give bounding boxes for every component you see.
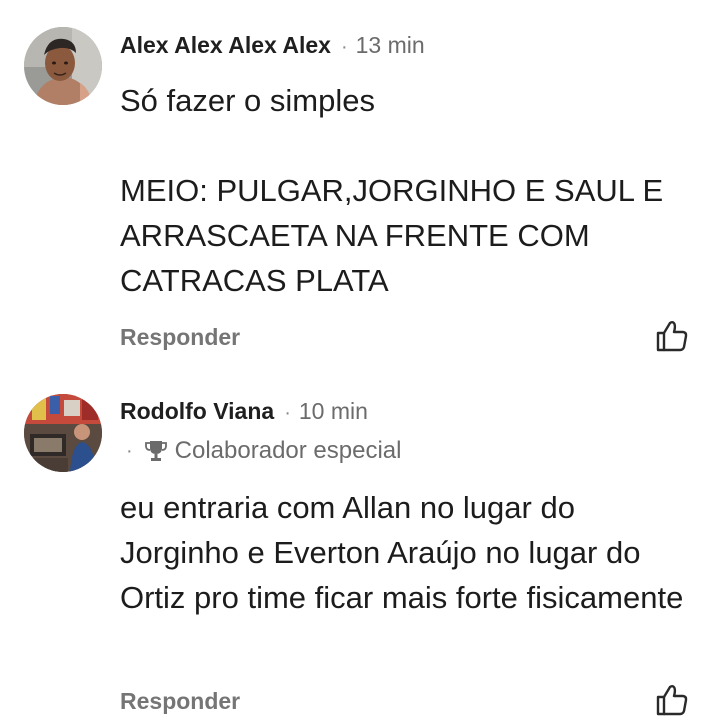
comment-item: Alex Alex Alex Alex · 13 min Só fazer o si… <box>0 0 720 365</box>
timestamp: 13 min <box>355 32 425 58</box>
comment-item: Rodolfo Viana · 10 min · Colaborador espec… <box>0 365 720 728</box>
comment-header: Alex Alex Alex Alex · 13 min <box>120 30 425 62</box>
author-name[interactable]: Alex Alex Alex Alex <box>120 32 331 58</box>
reply-button[interactable]: Responder <box>120 322 240 352</box>
timestamp: 10 min <box>298 398 368 424</box>
comment-header: Rodolfo Viana · 10 min <box>120 396 368 428</box>
separator-dot: · <box>340 36 348 58</box>
reply-button[interactable]: Responder <box>120 686 240 716</box>
user-photo-avatar <box>24 27 102 105</box>
user-badge: · Colaborador especial <box>120 435 401 467</box>
like-button[interactable] <box>655 683 689 717</box>
badge-label: Colaborador especial <box>174 437 402 464</box>
author-name[interactable]: Rodolfo Viana <box>120 398 274 424</box>
user-photo-avatar <box>24 394 102 472</box>
user-avatar[interactable] <box>24 394 102 472</box>
separator-dot: · <box>126 440 133 462</box>
trophy-icon <box>144 441 167 461</box>
like-button[interactable] <box>655 319 689 353</box>
thumbs-up-icon <box>656 321 688 352</box>
user-avatar[interactable] <box>24 27 102 105</box>
thumbs-up-icon <box>656 685 688 716</box>
separator-dot: · <box>284 402 291 424</box>
comment-text: eu entraria com Allan no lugar do Jorgin… <box>120 490 684 615</box>
comment-text: Só fazer o simples MEIO: PULGAR,JORGINHO… <box>120 83 664 298</box>
